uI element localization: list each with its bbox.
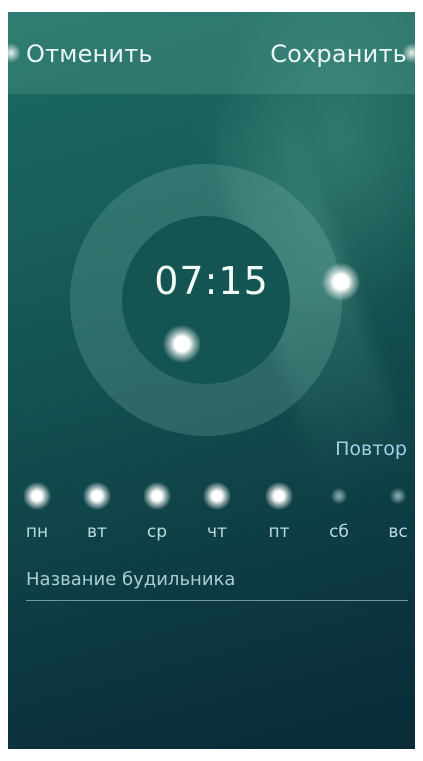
day-label: чт [207,522,227,542]
day-label: ср [146,522,168,542]
day-label: сб [329,522,349,542]
day-toggle-fri[interactable]: пт [254,478,304,554]
pulley-glow-left-icon [8,42,20,64]
day-unselected-indicator-icon [331,488,347,504]
day-selected-indicator-icon [265,482,293,510]
alarm-name-input[interactable] [26,564,408,594]
day-label: пт [268,522,290,542]
repeat-button[interactable]: Повтор [335,438,407,460]
save-button[interactable]: Сохранить [270,40,407,68]
day-selected-indicator-icon [143,482,171,510]
cancel-button[interactable]: Отменить [26,40,153,68]
hour-handle[interactable] [322,263,360,301]
weekday-selector: пн вт ср чт пт сб вс [8,478,415,558]
day-toggle-sun[interactable]: вс [373,478,415,554]
minute-handle[interactable] [163,325,201,363]
day-selected-indicator-icon [203,482,231,510]
day-label: пн [25,522,49,542]
day-toggle-sat[interactable]: сб [314,478,364,554]
day-toggle-tue[interactable]: вт [72,478,122,554]
day-label: вс [388,522,408,542]
day-toggle-thu[interactable]: чт [192,478,242,554]
alarm-name-field [26,564,408,601]
header-bar: Отменить Сохранить [8,12,415,94]
day-toggle-wed[interactable]: ср [132,478,182,554]
day-label: вт [87,522,107,542]
day-unselected-indicator-icon [390,488,406,504]
alarm-edit-screen: Отменить Сохранить 07:15 Повтор пн вт ср… [8,12,415,749]
day-selected-indicator-icon [23,482,51,510]
day-toggle-mon[interactable]: пн [12,478,62,554]
day-selected-indicator-icon [83,482,111,510]
pulley-glow-right-icon [403,42,415,64]
